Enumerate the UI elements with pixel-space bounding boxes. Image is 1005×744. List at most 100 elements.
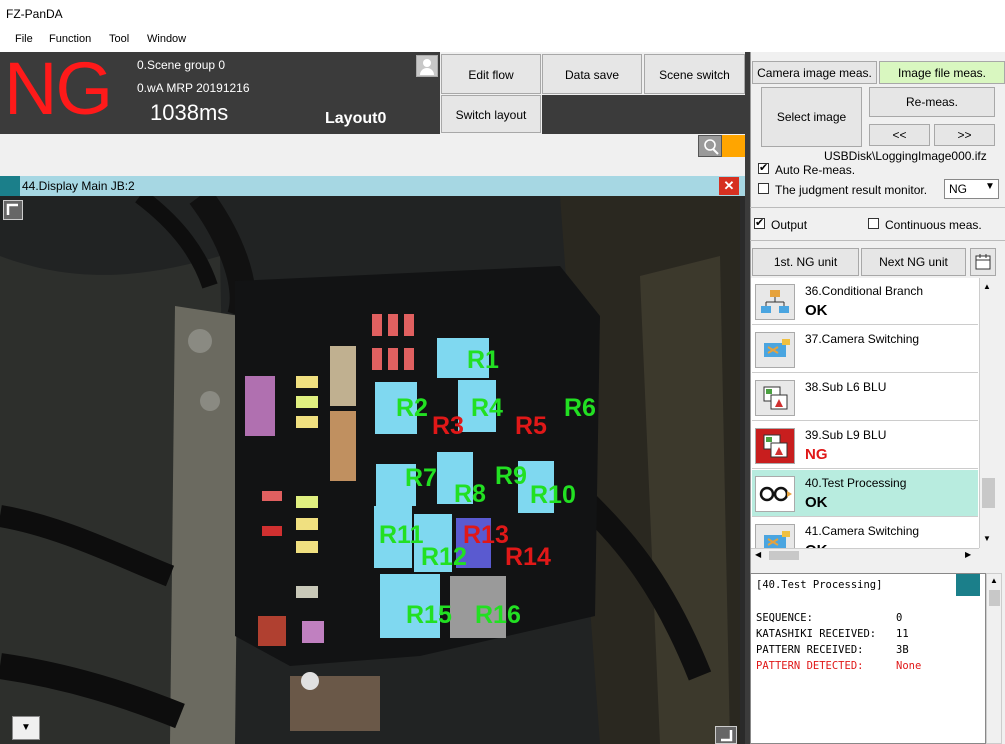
detail-log: [40.Test Processing] SEQUENCE: 0 KATASHI… xyxy=(750,573,986,744)
scroll-thumb[interactable] xyxy=(982,478,995,508)
divider xyxy=(750,207,1005,208)
relay-label-r16: R16 xyxy=(475,601,521,629)
dropdown-arrow-icon[interactable]: ▼ xyxy=(12,716,40,740)
unit-list: 36.Conditional Branch OK 37.Camera Switc… xyxy=(751,278,979,548)
relay-label-r15: R15 xyxy=(406,601,452,629)
unit-list-hscrollbar[interactable]: ◀ ▶ xyxy=(751,548,979,562)
image-toolbar xyxy=(0,134,745,176)
log-header: [40.Test Processing] xyxy=(756,579,883,591)
corner-top-left-icon[interactable] xyxy=(3,200,23,220)
scroll-up-icon[interactable]: ▲ xyxy=(983,282,991,291)
relay-label-r3: R3 xyxy=(432,412,464,440)
unit-name: 38.Sub L6 BLU xyxy=(805,380,887,394)
file-path: USBDisk\LoggingImage000.ifz xyxy=(824,149,987,163)
unit-row-36[interactable]: 36.Conditional Branch OK xyxy=(752,278,978,325)
tab-camera-image-meas[interactable]: Camera image meas. xyxy=(752,61,877,84)
relay-label-r7: R7 xyxy=(405,464,437,492)
tab-image-file-meas[interactable]: Image file meas. xyxy=(879,61,1005,84)
unit-row-39[interactable]: 39.Sub L9 BLU NG xyxy=(752,422,978,469)
relay-label-r10: R10 xyxy=(530,481,576,509)
log-value-sequence: 0 xyxy=(896,612,903,624)
menu-tool[interactable]: Tool xyxy=(109,33,129,45)
unit-row-37[interactable]: 37.Camera Switching xyxy=(752,326,978,373)
camera-switch-icon xyxy=(755,524,795,548)
image-scrollbar[interactable] xyxy=(740,196,745,744)
remeas-button[interactable]: Re-meas. xyxy=(869,87,995,117)
auto-remeas-label: Auto Re-meas. xyxy=(775,163,856,177)
log-key-sequence: SEQUENCE: xyxy=(756,612,813,624)
output-checkbox[interactable] xyxy=(754,216,765,229)
scene-switch-button[interactable]: Scene switch xyxy=(644,54,745,94)
unit-row-38[interactable]: 38.Sub L6 BLU xyxy=(752,374,978,421)
relay-label-r13: R13 xyxy=(463,521,509,549)
judgment-monitor-checkbox[interactable] xyxy=(758,183,769,194)
menu-function[interactable]: Function xyxy=(49,33,91,45)
sub-unit-icon xyxy=(755,428,795,464)
relay-label-r1: R1 xyxy=(467,346,499,374)
scroll-thumb[interactable] xyxy=(989,590,1000,606)
judgment-select-value: NG xyxy=(949,182,967,196)
unit-row-41[interactable]: 41.Camera Switching OK xyxy=(752,518,978,548)
select-image-button[interactable]: Select image xyxy=(761,87,862,147)
log-value-pattern-detected: None xyxy=(896,660,922,672)
relay-label-r8: R8 xyxy=(454,480,486,508)
menu-window[interactable]: Window xyxy=(147,33,186,45)
data-save-button[interactable]: Data save xyxy=(542,54,642,94)
camera-scene xyxy=(0,196,740,744)
scene-group-label: 0.Scene group 0 xyxy=(137,58,226,72)
toolbar-filler xyxy=(542,95,745,134)
edit-flow-button[interactable]: Edit flow xyxy=(441,54,541,94)
log-key-pattern-received: PATTERN RECEIVED: xyxy=(756,644,864,656)
camera-image[interactable]: R1 R2 R3 R4 R5 R6 R7 R8 R9 R10 R11 R12 R… xyxy=(0,196,740,744)
relay-label-r4: R4 xyxy=(471,394,503,422)
log-key-pattern-detected: PATTERN DETECTED: xyxy=(756,660,864,672)
log-color-tag xyxy=(956,574,980,596)
unit-row-40[interactable]: 40.Test Processing OK xyxy=(752,470,978,517)
unit-name: 41.Camera Switching xyxy=(805,524,920,538)
scroll-left-icon[interactable]: ◀ xyxy=(755,550,761,559)
continuous-meas-checkbox[interactable] xyxy=(868,218,879,229)
unit-list-scrollbar[interactable]: ▲ ▼ xyxy=(979,278,997,548)
overall-judgement: NG xyxy=(4,47,113,130)
glasses-icon xyxy=(755,476,795,512)
log-key-katashiki: KATASHIKI RECEIVED: xyxy=(756,628,877,640)
unit-name: 37.Camera Switching xyxy=(805,332,920,346)
relay-label-r2: R2 xyxy=(396,394,428,422)
flow-branch-icon xyxy=(755,284,795,320)
user-icon[interactable] xyxy=(416,55,438,77)
switch-layout-button[interactable]: Switch layout xyxy=(441,95,541,133)
close-icon[interactable]: ✕ xyxy=(719,177,739,195)
camera-switch-icon xyxy=(755,332,795,368)
unit-result: OK xyxy=(805,494,828,511)
log-scrollbar[interactable]: ▲ xyxy=(986,573,1002,744)
log-value-katashiki: 11 xyxy=(896,628,909,640)
judgment-select[interactable]: NG ▼ xyxy=(944,179,999,199)
judgment-monitor-label: The judgment result monitor. xyxy=(775,183,928,197)
prev-image-button[interactable]: << xyxy=(869,124,930,146)
unit-name: 40.Test Processing xyxy=(805,476,907,490)
relay-label-r11: R11 xyxy=(379,521,424,549)
divider xyxy=(750,240,1005,241)
image-window-title: 44.Display Main JB:2 xyxy=(22,179,135,193)
hscroll-thumb[interactable] xyxy=(769,551,799,560)
window-color-tag xyxy=(0,176,20,196)
zoom-icon[interactable] xyxy=(698,135,722,157)
auto-remeas-checkbox[interactable] xyxy=(758,161,769,174)
first-ng-unit-button[interactable]: 1st. NG unit xyxy=(752,248,859,276)
output-label: Output xyxy=(771,218,808,232)
unit-name: 39.Sub L9 BLU xyxy=(805,428,887,442)
next-image-button[interactable]: >> xyxy=(934,124,995,146)
chevron-down-icon: ▼ xyxy=(985,181,995,192)
relay-label-r6: R6 xyxy=(564,394,596,422)
scene-name-label: 0.wA MRP 20191216 xyxy=(137,81,250,95)
unit-result: OK xyxy=(805,302,828,319)
scroll-right-icon[interactable]: ▶ xyxy=(965,550,971,559)
alert-indicator xyxy=(722,135,745,157)
scroll-up-icon[interactable]: ▲ xyxy=(990,576,998,585)
next-ng-unit-button[interactable]: Next NG unit xyxy=(861,248,966,276)
corner-bottom-right-icon[interactable] xyxy=(715,726,737,744)
scroll-down-icon[interactable]: ▼ xyxy=(983,534,991,543)
menu-file[interactable]: File xyxy=(15,33,33,45)
unit-result: NG xyxy=(805,446,828,463)
calendar-icon[interactable] xyxy=(970,248,996,276)
